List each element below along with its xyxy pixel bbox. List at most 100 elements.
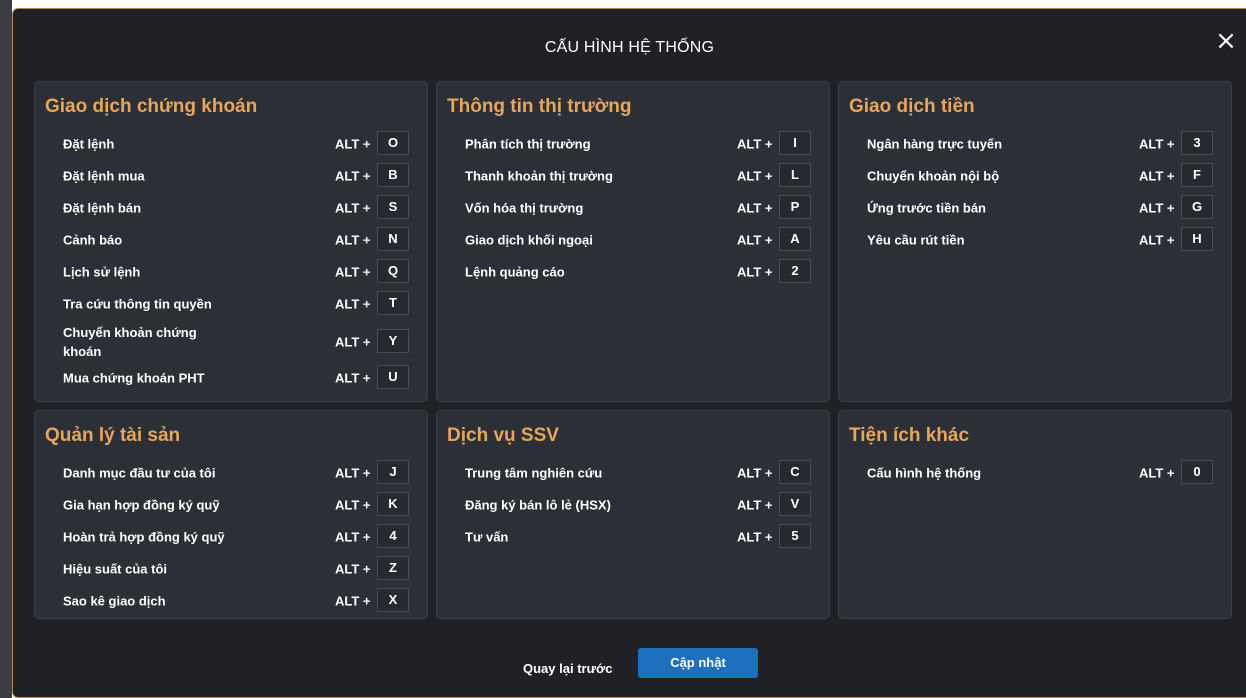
shortcut-row: Trung tâm nghiên cứu ALT + C [437,459,829,487]
shortcut-key-input[interactable]: P [779,195,811,219]
shortcut-label: Danh mục đầu tư của tôi [63,465,216,481]
page-backdrop [0,0,12,698]
alt-modifier: ALT + [335,264,371,280]
section-asset-management: Quản lý tài sản Danh mục đầu tư của tôi … [34,410,428,619]
shortcut-key-input[interactable]: S [377,195,409,219]
alt-modifier: ALT + [335,370,371,386]
shortcut-row: Chuyển khoản nội bộ ALT + F [839,162,1231,190]
alt-modifier: ALT + [335,296,371,312]
shortcut-label: Chuyển khoản chứng khoán [63,325,197,359]
shortcut-row: Sao kê giao dịch ALT + X [35,587,427,615]
shortcut-label: Đăng ký bán lô lẻ (HSX) [465,497,611,513]
back-button[interactable]: Quay lại trước [523,661,612,676]
alt-modifier: ALT + [737,497,773,513]
shortcut-key-input[interactable]: B [377,163,409,187]
shortcut-label: Lệnh quảng cáo [465,264,565,280]
shortcut-key-input[interactable]: Y [377,329,409,353]
alt-modifier: ALT + [1139,200,1175,216]
alt-modifier: ALT + [737,200,773,216]
shortcut-label: Sao kê giao dịch [63,593,166,609]
shortcut-label: Phân tích thị trường [465,136,591,152]
shortcut-row: Phân tích thị trường ALT + I [437,130,829,158]
shortcut-key-input[interactable]: 4 [377,524,409,548]
alt-modifier: ALT + [335,136,371,152]
shortcut-key-input[interactable]: 5 [779,524,811,548]
shortcut-row: Hiệu suất của tôi ALT + Z [35,555,427,583]
shortcut-label: Chuyển khoản nội bộ [867,168,1000,184]
alt-modifier: ALT + [335,529,371,545]
shortcut-row: Gia hạn hợp đồng ký quỹ ALT + K [35,491,427,519]
alt-modifier: ALT + [335,232,371,248]
shortcut-row: Chuyển khoản chứng khoán ALT + Y [35,325,427,359]
shortcut-label: Giao dịch khối ngoại [465,232,593,248]
shortcut-row: Hoàn trả hợp đồng ký quỹ ALT + 4 [35,523,427,551]
shortcut-row: Tư vấn ALT + 5 [437,523,829,551]
alt-modifier: ALT + [1139,168,1175,184]
shortcut-row: Cảnh báo ALT + N [35,226,427,254]
shortcut-row: Yêu cầu rút tiền ALT + H [839,226,1231,254]
shortcut-row: Ngân hàng trực tuyến ALT + 3 [839,130,1231,158]
shortcut-label: Tư vấn [465,529,509,545]
shortcut-label: Tra cứu thông tin quyền [63,296,212,312]
close-icon[interactable]: × [1214,28,1238,54]
shortcut-key-input[interactable]: O [377,131,409,155]
section-ssv-services: Dịch vụ SSV Trung tâm nghiên cứu ALT + C… [436,410,830,619]
shortcut-key-input[interactable]: K [377,492,409,516]
shortcut-row: Đăng ký bán lô lẻ (HSX) ALT + V [437,491,829,519]
settings-dialog: CẤU HÌNH HỆ THỐNG × Giao dịch chứng khoá… [12,8,1246,698]
section-title: Thông tin thị trường [447,96,632,117]
shortcut-row: Mua chứng khoán PHT ALT + U [35,364,427,392]
alt-modifier: ALT + [737,529,773,545]
shortcut-row: Lịch sử lệnh ALT + Q [35,258,427,286]
shortcut-label: Ứng trước tiền bán [867,200,986,216]
shortcut-row: Tra cứu thông tin quyền ALT + T [35,290,427,318]
alt-modifier: ALT + [335,200,371,216]
update-button[interactable]: Cập nhật [638,648,758,678]
shortcut-key-input[interactable]: Q [377,259,409,283]
alt-modifier: ALT + [737,232,773,248]
shortcut-key-input[interactable]: V [779,492,811,516]
shortcut-key-input[interactable]: J [377,460,409,484]
shortcut-key-input[interactable]: U [377,365,409,389]
shortcut-key-input[interactable]: N [377,227,409,251]
alt-modifier: ALT + [1139,232,1175,248]
shortcut-key-input[interactable]: 3 [1181,131,1213,155]
alt-modifier: ALT + [737,136,773,152]
shortcut-key-input[interactable]: A [779,227,811,251]
shortcut-label: Hiệu suất của tôi [63,561,168,577]
section-title: Dịch vụ SSV [447,425,559,446]
shortcut-row: Đặt lệnh bán ALT + S [35,194,427,222]
shortcut-label: Đặt lệnh [63,136,115,152]
shortcut-key-input[interactable]: 2 [779,259,811,283]
section-title: Giao dịch tiền [849,96,975,117]
alt-modifier: ALT + [737,264,773,280]
shortcut-key-input[interactable]: Z [377,556,409,580]
shortcut-key-input[interactable]: X [377,588,409,612]
shortcut-label: Yêu cầu rút tiền [867,232,965,248]
shortcut-label: Mua chứng khoán PHT [63,370,205,386]
shortcut-label: Lịch sử lệnh [63,264,141,280]
shortcut-key-input[interactable]: T [377,291,409,315]
shortcut-label: Cảnh báo [63,232,123,248]
shortcut-row: Danh mục đầu tư của tôi ALT + J [35,459,427,487]
shortcut-key-input[interactable]: 0 [1181,460,1213,484]
shortcut-row: Đặt lệnh mua ALT + B [35,162,427,190]
shortcut-key-input[interactable]: H [1181,227,1213,251]
section-other-utilities: Tiện ích khác Cấu hình hệ thống ALT + 0 [838,410,1232,619]
alt-modifier: ALT + [737,168,773,184]
alt-modifier: ALT + [335,593,371,609]
shortcut-key-input[interactable]: F [1181,163,1213,187]
alt-modifier: ALT + [1139,136,1175,152]
shortcut-key-input[interactable]: I [779,131,811,155]
section-title: Tiện ích khác [849,425,970,446]
shortcut-key-input[interactable]: L [779,163,811,187]
shortcut-label: Thanh khoản thị trường [465,168,613,184]
shortcut-key-input[interactable]: C [779,460,811,484]
alt-modifier: ALT + [737,465,773,481]
shortcut-label: Ngân hàng trực tuyến [867,136,1003,152]
shortcut-row: Thanh khoản thị trường ALT + L [437,162,829,190]
dialog-title: CẤU HÌNH HỆ THỐNG [544,39,715,56]
shortcut-key-input[interactable]: G [1181,195,1213,219]
shortcut-row: Giao dịch khối ngoại ALT + A [437,226,829,254]
shortcut-label: Trung tâm nghiên cứu [465,465,603,481]
